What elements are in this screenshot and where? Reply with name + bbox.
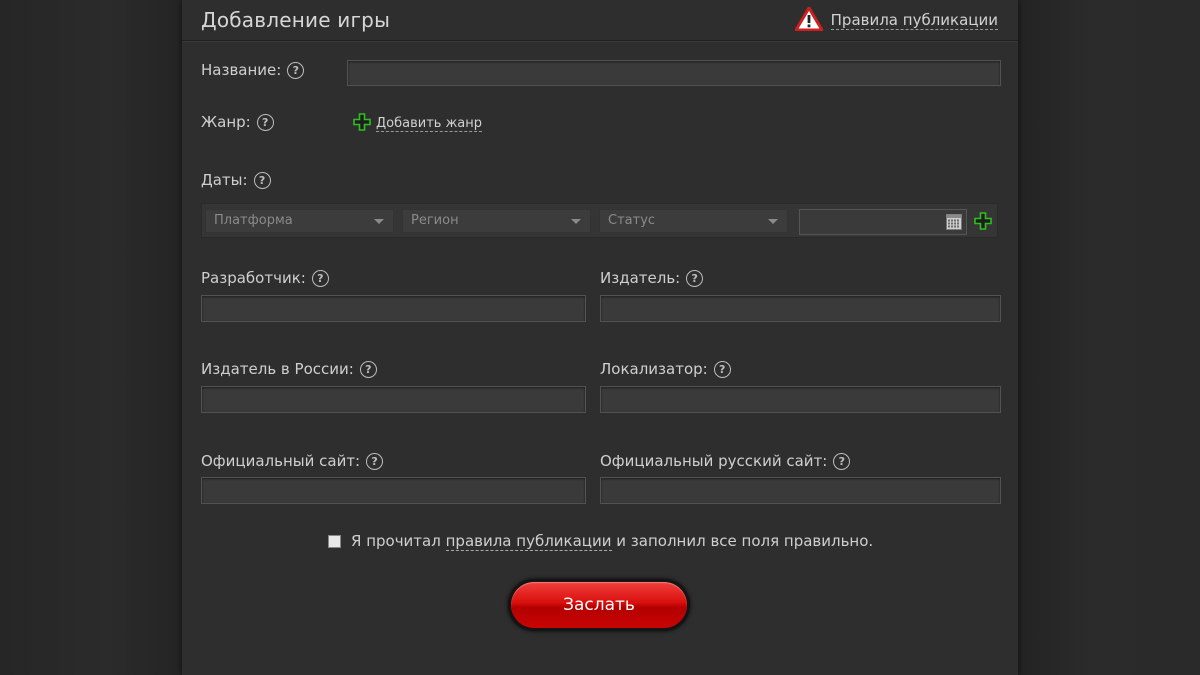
chevron-down-icon: [768, 219, 778, 224]
agreement-prefix: Я прочитал: [351, 532, 441, 550]
publisher-russia-input[interactable]: [201, 386, 586, 413]
publication-rules-link[interactable]: Правила публикации: [794, 6, 998, 35]
add-date-plus-icon[interactable]: [974, 212, 992, 234]
platform-select-value: Платформа: [214, 213, 293, 228]
page-title: Добавление игры: [201, 8, 391, 32]
name-label-text: Название:: [201, 61, 282, 79]
publication-rules-label: Правила публикации: [830, 11, 998, 30]
help-icon[interactable]: ?: [359, 360, 377, 378]
agreement-row: Я прочитал правила публикации и заполнил…: [328, 532, 874, 551]
agreement-checkbox[interactable]: [328, 534, 341, 548]
add-genre-label: Добавить жанр: [376, 116, 482, 132]
publisher-input[interactable]: [600, 295, 1001, 322]
agreement-suffix: и заполнил все поля правильно.: [616, 532, 874, 550]
form-header: Добавление игры Правила публикации: [182, 0, 1018, 41]
genre-label: Жанр: ?: [201, 113, 274, 131]
official-site-label: Официальный сайт: ?: [201, 452, 384, 470]
chevron-down-icon: [374, 219, 384, 224]
date-input[interactable]: [799, 209, 967, 235]
help-icon[interactable]: ?: [366, 452, 384, 470]
help-icon[interactable]: ?: [311, 269, 329, 287]
page-background-right: [1018, 0, 1200, 675]
dates-row: Платформа Регион Статус: [201, 203, 998, 238]
status-select[interactable]: Статус: [599, 209, 788, 233]
help-icon[interactable]: ?: [833, 452, 851, 470]
warning-icon: [794, 6, 824, 35]
chevron-down-icon: [571, 219, 581, 224]
publisher-label-text: Издатель:: [600, 269, 681, 287]
region-select-value: Регион: [411, 213, 459, 228]
official-ru-site-label: Официальный русский сайт: ?: [600, 452, 851, 470]
official-site-input[interactable]: [201, 477, 586, 504]
dates-label-text: Даты:: [201, 171, 248, 189]
official-site-label-text: Официальный сайт:: [201, 452, 361, 470]
developer-input[interactable]: [201, 295, 586, 322]
region-select[interactable]: Регион: [402, 209, 591, 233]
publisher-label: Издатель: ?: [600, 269, 704, 287]
name-input[interactable]: [347, 60, 1001, 86]
plus-icon: [353, 113, 371, 135]
submit-button[interactable]: Заслать: [508, 579, 690, 631]
submit-button-label: Заслать: [511, 582, 687, 628]
genre-label-text: Жанр:: [201, 113, 251, 131]
help-icon[interactable]: ?: [256, 113, 274, 131]
agreement-text: Я прочитал правила публикации и заполнил…: [351, 532, 874, 551]
help-icon[interactable]: ?: [287, 61, 305, 79]
help-icon[interactable]: ?: [253, 171, 271, 189]
help-icon[interactable]: ?: [686, 269, 704, 287]
localizer-input[interactable]: [600, 386, 1001, 413]
add-genre-button[interactable]: Добавить жанр: [353, 113, 482, 135]
dates-label: Даты: ?: [201, 171, 271, 189]
official-ru-site-label-text: Официальный русский сайт:: [600, 452, 828, 470]
localizer-label: Локализатор: ?: [600, 360, 731, 378]
publisher-russia-label: Издатель в России: ?: [201, 360, 377, 378]
status-select-value: Статус: [608, 213, 656, 228]
publisher-russia-label-text: Издатель в России:: [201, 360, 354, 378]
official-ru-site-input[interactable]: [600, 477, 1001, 504]
add-game-form: Добавление игры Правила публикации Назва…: [182, 0, 1018, 675]
help-icon[interactable]: ?: [713, 360, 731, 378]
platform-select[interactable]: Платформа: [205, 209, 394, 233]
page-background-left: [0, 0, 182, 675]
calendar-icon[interactable]: [946, 214, 962, 230]
localizer-label-text: Локализатор:: [600, 360, 708, 378]
developer-label-text: Разработчик:: [201, 269, 306, 287]
agreement-rules-link[interactable]: правила публикации: [445, 532, 612, 551]
developer-label: Разработчик: ?: [201, 269, 329, 287]
name-label: Название: ?: [201, 61, 305, 79]
